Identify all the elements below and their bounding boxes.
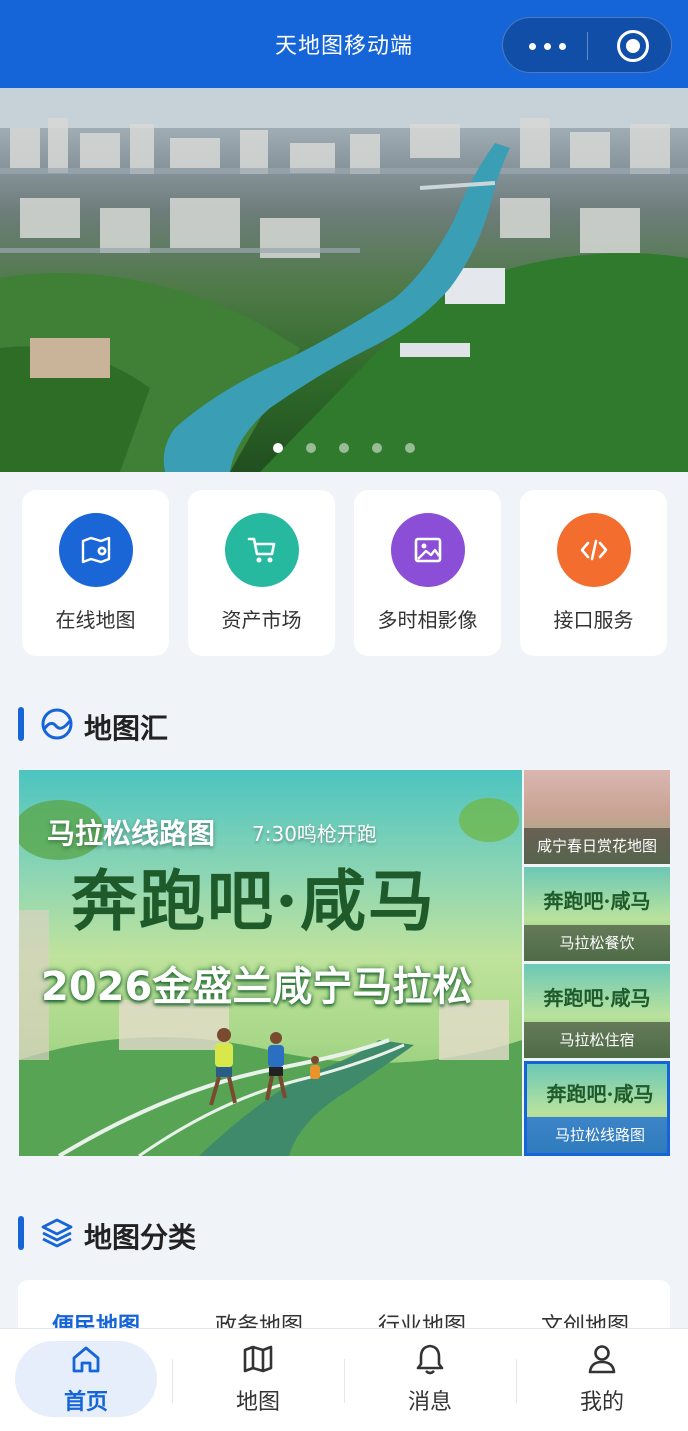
target-circle-icon[interactable] xyxy=(599,18,663,74)
user-icon xyxy=(586,1343,618,1379)
quick-link-label: 资产市场 xyxy=(221,608,302,632)
tab-messages[interactable]: 消息 xyxy=(344,1329,516,1431)
tab-label: 我的 xyxy=(579,1390,624,1415)
banner-carousel[interactable] xyxy=(0,88,688,472)
image-icon xyxy=(391,513,465,587)
carousel-indicators xyxy=(0,438,688,457)
quick-link-label: 接口服务 xyxy=(553,608,634,632)
tab-profile[interactable]: 我的 xyxy=(516,1329,688,1431)
globe-wave-icon xyxy=(40,707,74,745)
map-icon xyxy=(242,1343,274,1379)
map-pin-icon xyxy=(59,513,133,587)
thumbnail-art-text: 奔跑吧·咸马 xyxy=(546,1082,654,1106)
thumbnail-caption: 马拉松线路图 xyxy=(527,1117,667,1153)
map-thumbnail[interactable]: 咸宁春日赏花地图 xyxy=(524,770,670,864)
thumbnail-caption: 咸宁春日赏花地图 xyxy=(524,828,670,864)
map-thumbnail[interactable]: 奔跑吧·咸马 马拉松餐饮 xyxy=(524,867,670,961)
thumbnail-caption: 马拉松住宿 xyxy=(524,1022,670,1058)
carousel-dot[interactable] xyxy=(305,443,316,453)
carousel-dot[interactable] xyxy=(339,443,349,453)
bottom-tab-bar: 首页 地图 消息 我的 xyxy=(0,1328,688,1431)
map-thumbnail-list: 咸宁春日赏花地图 奔跑吧·咸马 马拉松餐饮 奔跑吧·咸马 马拉松住宿 奔跑吧·咸… xyxy=(524,770,670,1156)
section-map-collection-title: 地图汇 xyxy=(18,705,318,745)
map-collection: 马拉松线路图 7:30鸣枪开跑 奔跑吧·咸马 2026金盛兰咸宁马拉松 咸宁春日… xyxy=(19,770,670,1156)
section-title-text: 地图分类 xyxy=(84,1221,197,1254)
featured-map-subtitle: 7:30鸣枪开跑 xyxy=(252,822,377,846)
tab-home[interactable]: 首页 xyxy=(0,1329,172,1431)
featured-map-event: 2026金盛兰咸宁马拉松 xyxy=(41,964,473,1010)
city-aerial-image xyxy=(0,88,688,472)
featured-map-title: 马拉松线路图 xyxy=(47,817,216,850)
bell-icon xyxy=(414,1343,446,1379)
quick-link-online-map[interactable]: 在线地图 xyxy=(22,490,169,656)
featured-map-headline: 奔跑吧·咸马 xyxy=(71,862,436,940)
more-dots-icon[interactable] xyxy=(523,18,587,74)
carousel-dot[interactable] xyxy=(372,443,383,453)
mini-program-capsule xyxy=(502,17,672,73)
map-thumbnail[interactable]: 奔跑吧·咸马 马拉松住宿 xyxy=(524,964,670,1058)
cart-icon xyxy=(225,513,299,587)
featured-map-card[interactable]: 马拉松线路图 7:30鸣枪开跑 奔跑吧·咸马 2026金盛兰咸宁马拉松 xyxy=(19,770,522,1156)
map-thumbnail-selected[interactable]: 奔跑吧·咸马 马拉松线路图 xyxy=(524,1061,670,1156)
tab-label: 消息 xyxy=(407,1390,452,1415)
quick-link-multitemporal-imagery[interactable]: 多时相影像 xyxy=(354,490,501,656)
thumbnail-art-text: 奔跑吧·咸马 xyxy=(543,986,651,1010)
quick-link-api-service[interactable]: 接口服务 xyxy=(520,490,667,656)
quick-link-label: 多时相影像 xyxy=(377,608,478,632)
quick-links: 在线地图 资产市场 多时相影像 接口服务 xyxy=(22,490,668,658)
quick-link-asset-market[interactable]: 资产市场 xyxy=(188,490,335,656)
tab-label: 首页 xyxy=(63,1390,108,1415)
section-accent-bar xyxy=(18,707,24,741)
section-map-categories-title: 地图分类 xyxy=(18,1214,318,1254)
tab-map[interactable]: 地图 xyxy=(172,1329,344,1431)
nav-bar: 天地图移动端 xyxy=(0,0,688,88)
code-icon xyxy=(557,513,631,587)
home-icon xyxy=(70,1343,102,1379)
thumbnail-art-text: 奔跑吧·咸马 xyxy=(543,889,651,913)
quick-link-label: 在线地图 xyxy=(55,608,136,632)
carousel-dot[interactable] xyxy=(272,443,283,453)
carousel-dot[interactable] xyxy=(405,443,416,453)
tab-label: 地图 xyxy=(235,1390,280,1415)
capsule-divider xyxy=(587,32,588,60)
thumbnail-caption: 马拉松餐饮 xyxy=(524,925,670,961)
layers-icon xyxy=(40,1216,74,1254)
section-title-text: 地图汇 xyxy=(84,712,169,745)
section-accent-bar xyxy=(18,1216,24,1250)
